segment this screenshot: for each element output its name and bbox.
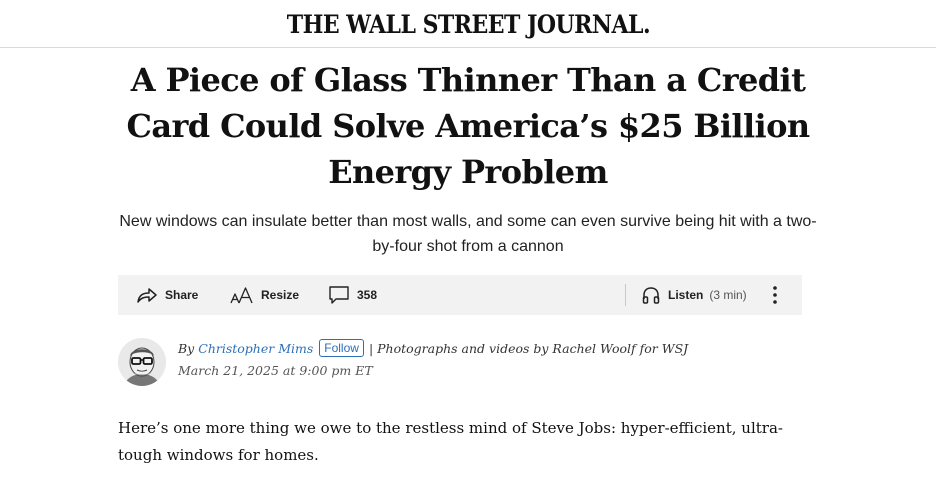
resize-icon <box>230 285 254 305</box>
comments-count: 358 <box>357 288 378 302</box>
comment-icon <box>328 285 350 305</box>
masthead: THE WALL STREET JOURNAL. <box>0 0 936 48</box>
publish-date: March 21, 2025 at 9:00 pm ET <box>178 363 373 378</box>
listen-duration: (3 min) <box>709 288 747 302</box>
photo-credit: | Photographs and videos by Rachel Woolf… <box>368 340 689 356</box>
share-icon <box>136 286 158 304</box>
more-vertical-icon <box>771 285 779 305</box>
article-headline: A Piece of Glass Thinner Than a Credit C… <box>126 61 810 191</box>
wsj-logo[interactable]: THE WALL STREET JOURNAL. <box>286 10 650 39</box>
author-avatar[interactable] <box>118 338 166 386</box>
article-toolbar: Share Resize 358 Listen (3 min) <box>118 275 802 315</box>
article-body-paragraph: Here’s one more thing we owe to the rest… <box>118 419 783 464</box>
share-label: Share <box>165 288 199 302</box>
more-options-button[interactable] <box>771 275 779 315</box>
byline: By Christopher Mims Follow | Photographs… <box>118 338 818 388</box>
toolbar-divider <box>625 284 626 306</box>
headphones-icon <box>641 285 661 305</box>
follow-button[interactable]: Follow <box>319 339 364 357</box>
byline-prefix: By <box>178 340 195 356</box>
resize-label: Resize <box>261 288 300 302</box>
resize-button[interactable]: Resize <box>230 275 299 315</box>
listen-button[interactable]: Listen (3 min) <box>641 275 747 315</box>
author-link[interactable]: Christopher Mims <box>198 341 313 356</box>
comments-button[interactable]: 358 <box>328 275 377 315</box>
share-button[interactable]: Share <box>136 275 198 315</box>
listen-label: Listen <box>668 288 704 302</box>
byline-line: By Christopher Mims Follow | Photographs… <box>178 339 688 357</box>
article-dek: New windows can insulate better than mos… <box>119 213 817 255</box>
